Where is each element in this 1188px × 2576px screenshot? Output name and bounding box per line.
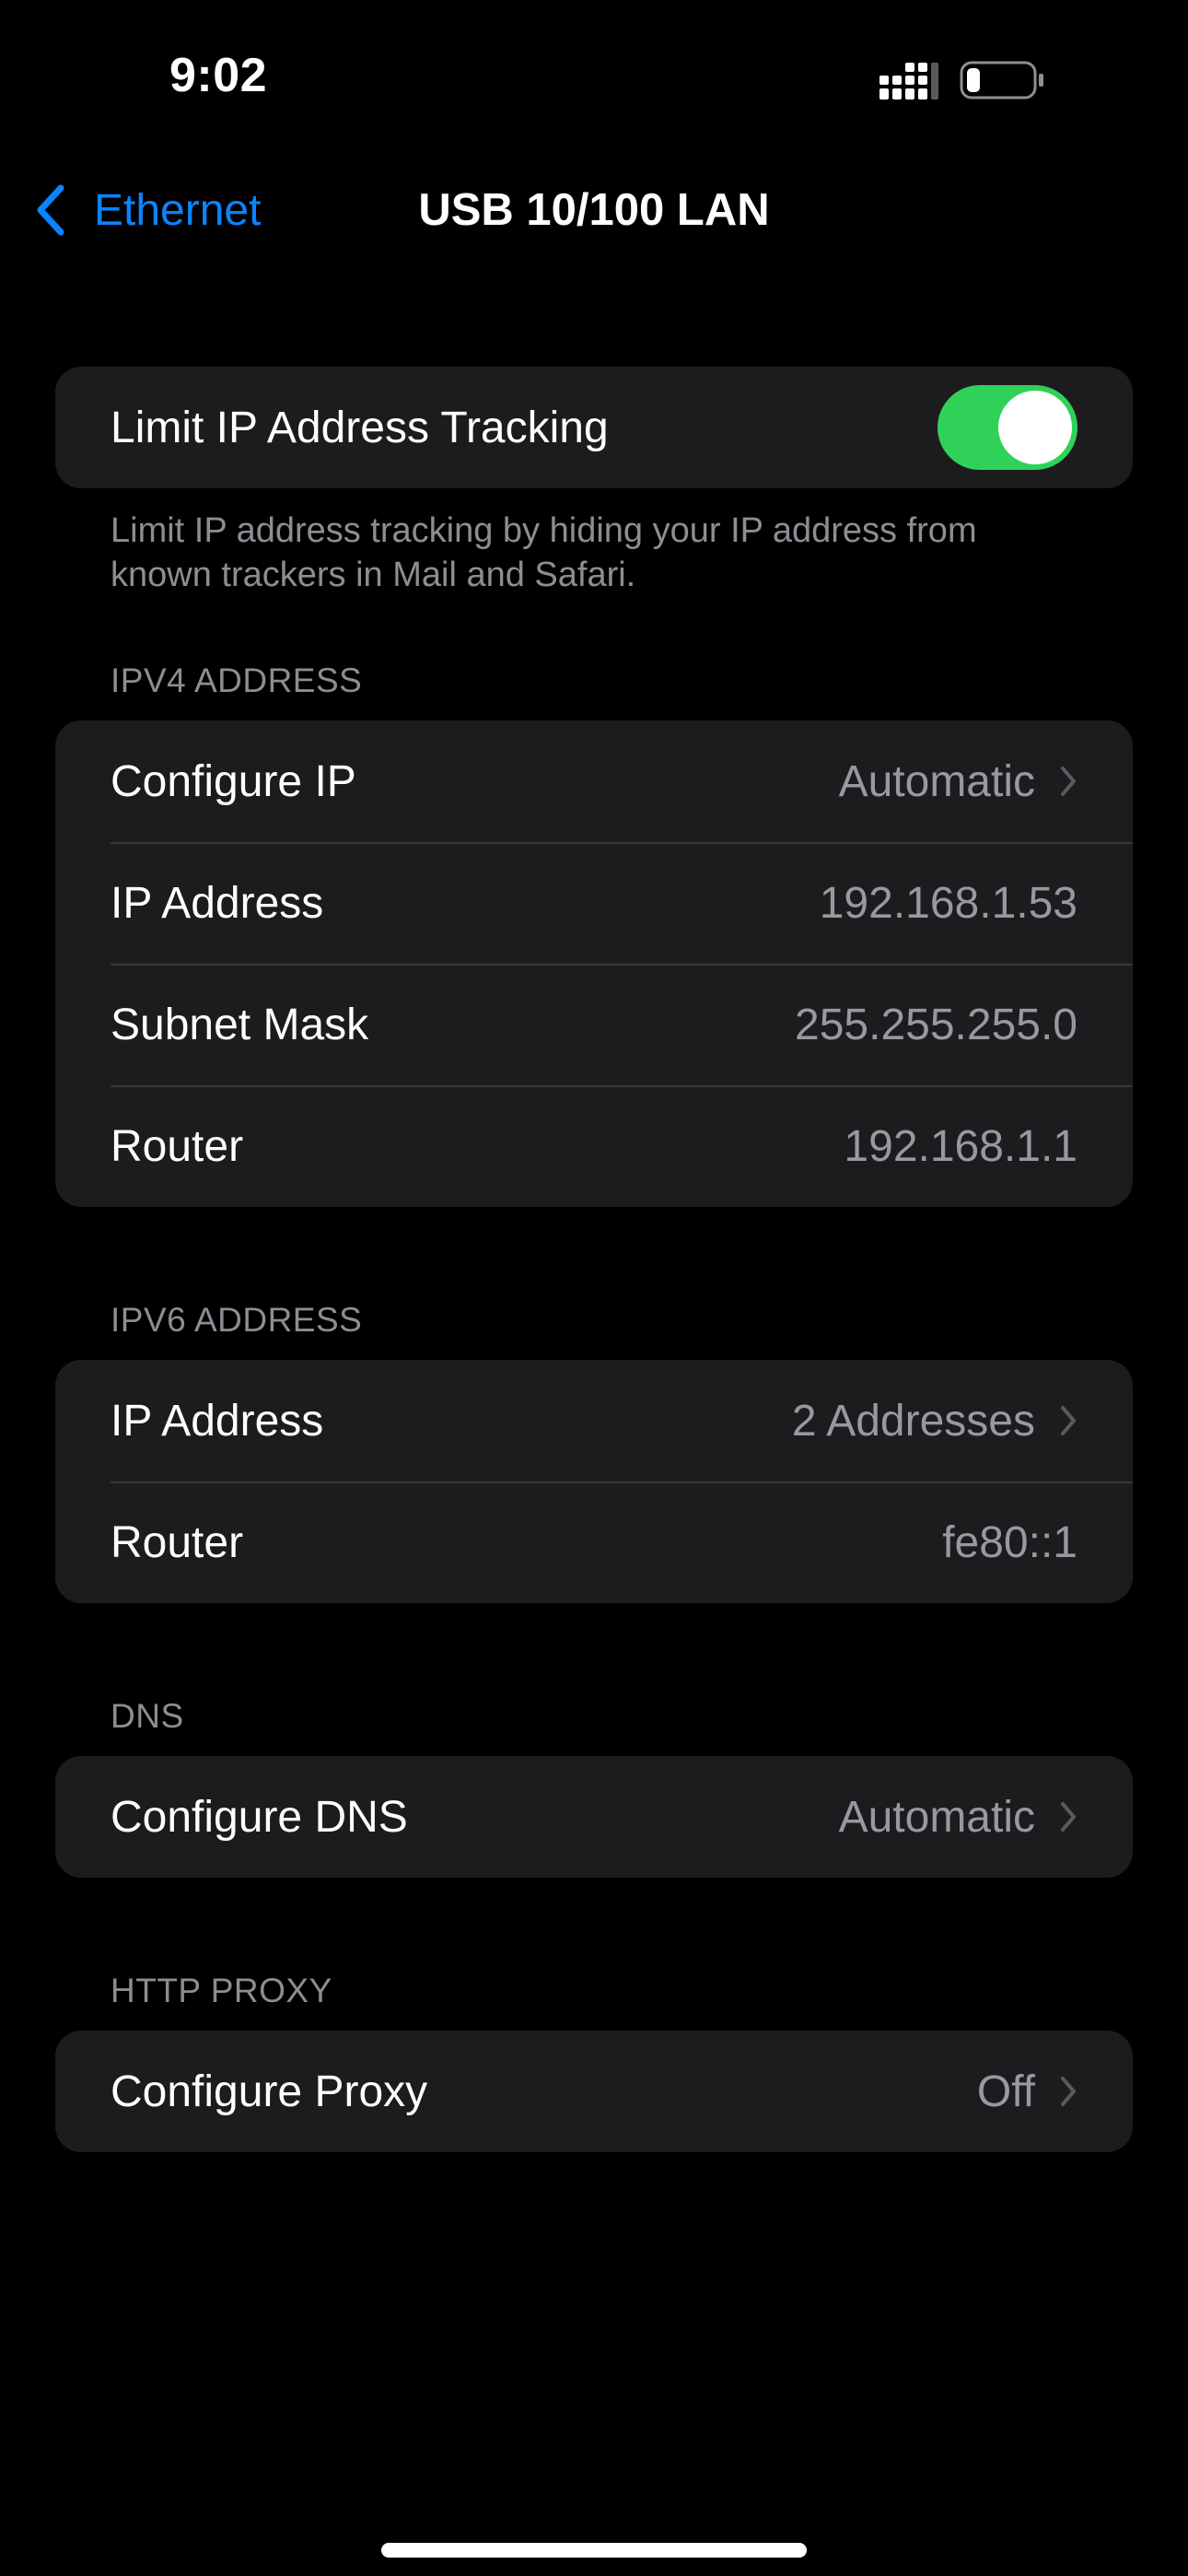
ipv6-group: IP Address 2 Addresses Router fe80::1: [55, 1360, 1133, 1603]
subnet-mask-row: Subnet Mask 255.255.255.0: [55, 964, 1133, 1085]
status-time: 9:02: [169, 49, 268, 102]
cellular-signal-icon: [879, 61, 940, 101]
configure-proxy-value: Off: [976, 2067, 1035, 2116]
ipv4-ip-address-label: IP Address: [111, 878, 324, 928]
chevron-right-icon: [1059, 1800, 1077, 1833]
ipv6-router-value: fe80::1: [942, 1517, 1077, 1567]
configure-dns-value: Automatic: [838, 1792, 1035, 1842]
ipv4-section-header: IPV4 ADDRESS: [111, 662, 363, 699]
ipv6-section-header: IPV6 ADDRESS: [111, 1301, 363, 1339]
tracking-group: Limit IP Address Tracking: [55, 367, 1133, 488]
dns-section-header: DNS: [111, 1697, 184, 1735]
chevron-right-icon: [1059, 1404, 1077, 1437]
battery-low-icon: [960, 61, 1046, 100]
home-indicator[interactable]: [381, 2543, 807, 2558]
proxy-group: Configure Proxy Off: [55, 2031, 1133, 2152]
tracking-footer: Limit IP address tracking by hiding your…: [111, 511, 977, 594]
ipv4-router-label: Router: [111, 1121, 244, 1171]
toggle-knob: [998, 391, 1072, 464]
subnet-mask-value: 255.255.255.0: [795, 1000, 1077, 1049]
limit-ip-tracking-toggle[interactable]: [938, 385, 1077, 470]
configure-ip-label: Configure IP: [111, 756, 356, 806]
ipv6-router-label: Router: [111, 1517, 244, 1567]
chevron-right-icon: [1059, 765, 1077, 798]
page-title: USB 10/100 LAN: [418, 185, 770, 235]
configure-dns-row[interactable]: Configure DNS Automatic: [55, 1756, 1133, 1878]
configure-proxy-label: Configure Proxy: [111, 2067, 428, 2116]
configure-ip-value: Automatic: [838, 756, 1035, 806]
configure-ip-row[interactable]: Configure IP Automatic: [55, 720, 1133, 842]
ipv4-router-row: Router 192.168.1.1: [55, 1085, 1133, 1207]
chevron-right-icon: [1059, 2075, 1077, 2108]
ipv6-router-row: Router fe80::1: [55, 1481, 1133, 1603]
ipv4-ip-address-row: IP Address 192.168.1.53: [55, 842, 1133, 964]
configure-proxy-row[interactable]: Configure Proxy Off: [55, 2031, 1133, 2152]
ipv6-ip-address-label: IP Address: [111, 1396, 324, 1446]
subnet-mask-label: Subnet Mask: [111, 1000, 369, 1049]
dns-group: Configure DNS Automatic: [55, 1756, 1133, 1878]
ipv4-group: Configure IP Automatic IP Address 192.16…: [55, 720, 1133, 1207]
http-proxy-section-header: HTTP PROXY: [111, 1972, 332, 2009]
ipv4-router-value: 192.168.1.1: [844, 1121, 1077, 1171]
ipv6-ip-address-row[interactable]: IP Address 2 Addresses: [55, 1360, 1133, 1481]
configure-dns-label: Configure DNS: [111, 1792, 408, 1842]
limit-ip-tracking-label: Limit IP Address Tracking: [111, 403, 609, 452]
limit-ip-tracking-row: Limit IP Address Tracking: [55, 367, 1133, 488]
ipv6-ip-address-value: 2 Addresses: [791, 1396, 1035, 1446]
ipv4-ip-address-value: 192.168.1.53: [819, 878, 1077, 928]
